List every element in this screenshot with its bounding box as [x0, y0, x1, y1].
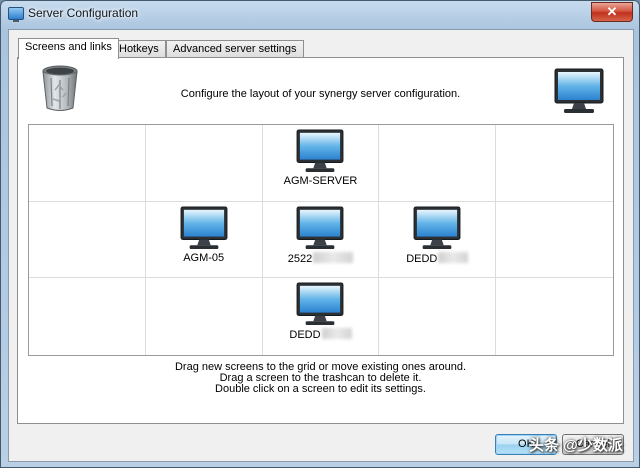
grid-cell[interactable] [379, 125, 497, 202]
screen-label: 2522 [287, 251, 354, 265]
monitor-icon [180, 206, 228, 249]
screen-layout-grid[interactable]: AGM-SERVER AGM-05 2522 DEDD DEDD [28, 124, 614, 356]
grid-cell[interactable]: DEDD [379, 201, 497, 279]
monitor-icon [413, 206, 461, 249]
server-configuration-window: Server Configuration ✕ Screens and links… [0, 0, 640, 468]
monitor-icon [297, 129, 344, 173]
grid-cell[interactable] [379, 278, 497, 355]
screen-dedd-right[interactable]: DEDD [379, 206, 495, 265]
close-button[interactable]: ✕ [591, 2, 633, 22]
screens-and-links-panel: Configure the layout of your synergy ser… [17, 57, 624, 424]
watermark: 头条 @少数派 [529, 437, 623, 454]
screen-label: AGM-05 [183, 251, 225, 264]
screen-label: AGM-SERVER [283, 175, 358, 187]
grid-cell[interactable] [29, 125, 146, 202]
grid-cell[interactable] [496, 125, 613, 202]
monitor-icon [297, 206, 344, 249]
dialog-client-area: Screens and links Hotkeys Advanced serve… [8, 29, 634, 462]
screen-label-text: DEDD [289, 329, 321, 342]
screen-label: DEDD [288, 328, 352, 341]
grid-cell[interactable] [145, 125, 263, 202]
grid-cell[interactable] [29, 201, 146, 279]
grid-cell[interactable] [496, 278, 613, 355]
monitor-icon [297, 282, 344, 326]
screen-dedd-bottom[interactable]: DEDD [263, 282, 379, 341]
screen-label-text: DEDD [406, 252, 438, 265]
screen-label-text: 2522 [287, 252, 313, 265]
redacted-blur [438, 251, 469, 263]
tab-advanced-server-settings[interactable]: Advanced server settings [166, 40, 304, 58]
grid-cell[interactable]: AGM-SERVER [262, 125, 380, 202]
grid-cell[interactable] [146, 278, 263, 355]
tab-screens-and-links[interactable]: Screens and links [18, 38, 119, 59]
screen-agm-05[interactable]: AGM-05 [146, 206, 262, 264]
grid-cell[interactable]: 2522 [262, 201, 380, 279]
window-title: Server Configuration [28, 6, 139, 20]
screen-2522[interactable]: 2522 [263, 206, 379, 265]
redacted-blur [313, 251, 354, 263]
help-line-3: Double click on a screen to edit its set… [215, 383, 426, 395]
grid-cell[interactable]: AGM-05 [145, 201, 263, 279]
title-bar[interactable]: Server Configuration ✕ [1, 1, 639, 27]
grid-cell[interactable]: DEDD [263, 278, 380, 355]
help-text: Drag new screens to the grid or move exi… [18, 362, 623, 395]
screen-label: DEDD [405, 251, 469, 265]
tab-hotkeys[interactable]: Hotkeys [112, 40, 166, 58]
instructions-header: Configure the layout of your synergy ser… [180, 88, 461, 100]
new-screen-monitor-icon[interactable] [554, 68, 604, 114]
redacted-blur [321, 328, 352, 340]
screen-agm-server[interactable]: AGM-SERVER [263, 129, 379, 187]
monitor-app-icon [8, 7, 24, 22]
grid-cell[interactable] [29, 278, 146, 355]
grid-cell[interactable] [496, 202, 613, 279]
